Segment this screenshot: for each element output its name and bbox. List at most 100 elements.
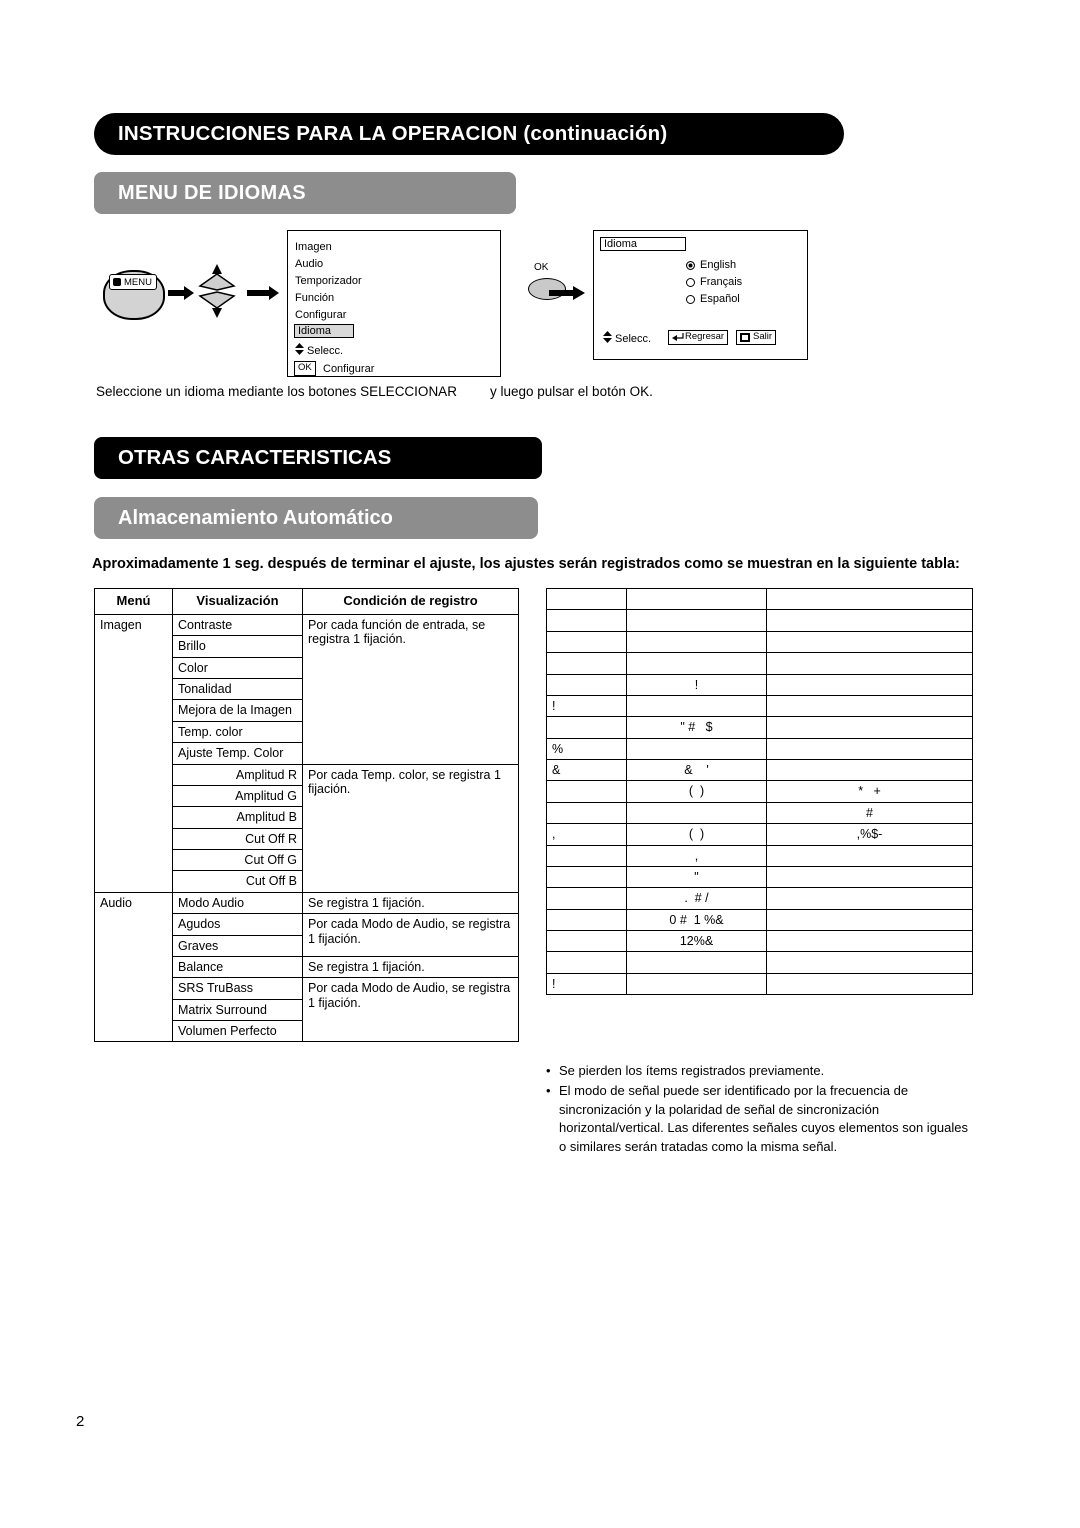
cell-2: [626, 951, 767, 974]
cell-condition: Por cada función de entrada, se registra…: [302, 613, 519, 765]
table-row: Imagen Contraste Por cada función de entra…: [94, 613, 519, 893]
table-row: " # $: [546, 716, 973, 739]
cell-2: [626, 972, 767, 996]
cell-1: &: [546, 758, 627, 782]
section-title-other-features: OTRAS CARACTERISTICAS: [118, 446, 392, 469]
table-row: !: [546, 694, 973, 718]
table-row: [546, 630, 973, 654]
select-updown-icon: [198, 264, 236, 318]
osd2-footer-select: Selecc.: [615, 333, 652, 345]
cell-3: [766, 887, 973, 910]
cell-display: Amplitud B: [172, 806, 303, 829]
cell-3: [766, 972, 973, 996]
bullet-icon-0: •: [546, 1063, 551, 1078]
cell-1: [546, 587, 627, 611]
auto-storage-intro: Aproximadamente 1 seg. después de termin…: [92, 556, 960, 572]
cell-1: [546, 652, 627, 675]
cell-display: Modo Audio: [172, 891, 303, 915]
table-header-row: Menú Visualización Condición de registro: [94, 588, 519, 615]
osd2-option-0: English: [686, 260, 736, 271]
osd2-option-0-label: English: [700, 259, 737, 271]
cell-menu: Audio: [94, 891, 173, 1043]
osd1-item-4: Configurar: [295, 309, 347, 321]
table-row: ,( ) ,%$-: [546, 823, 973, 846]
cell-1: [546, 716, 627, 739]
osd2-option-2: Español: [686, 294, 740, 305]
radio-unselected-icon-2: [686, 294, 695, 304]
cell-condition: Por cada Modo de Audio, se registra 1 fi…: [302, 913, 519, 957]
cell-display: Temp. color: [172, 720, 303, 744]
table-row: [546, 587, 973, 611]
arrow-right-icon-3: [549, 286, 585, 300]
auto-storage-table: Menú Visualización Condición de registro…: [94, 588, 519, 1043]
cell-1: [546, 929, 627, 953]
exit-menu-icon: [740, 333, 750, 342]
diagram-caption-left: Seleccione un idioma mediante los botone…: [96, 384, 457, 399]
col-header-condition: Condición de registro: [302, 588, 519, 615]
cell-display: Balance: [172, 955, 303, 979]
cell-3: [766, 951, 973, 974]
language-menu-diagram: MENU Imagen Audio Temporizador Función C…: [0, 0, 1080, 420]
section-title-auto-storage: Almacenamiento Automático: [118, 506, 393, 529]
menu-square-icon: [113, 278, 121, 286]
cell-condition: Por cada Temp. color, se registra 1 fija…: [302, 763, 519, 893]
cell-2: 0 # 1 %&: [626, 908, 767, 932]
osd2-option-1-label: Français: [700, 276, 743, 288]
table-row: [546, 609, 973, 632]
cell-condition: Por cada Modo de Audio, se registra 1 fi…: [302, 977, 519, 1043]
osd2-option-1: Français: [686, 277, 742, 288]
cell-1: [546, 780, 627, 803]
arrow-right-icon-2: [247, 286, 279, 300]
col-header-display: Visualización: [172, 588, 303, 615]
cell-display: Cut Off G: [172, 849, 303, 872]
table-row: . # /: [546, 887, 973, 910]
cell-1: ,: [546, 823, 627, 846]
cell-display: Cut Off R: [172, 827, 303, 851]
cell-3: [766, 844, 973, 867]
cell-3: [766, 652, 973, 675]
updown-arrow-icon-2: [603, 331, 612, 343]
table-row: #: [546, 801, 973, 825]
cell-display: Tonalidad: [172, 678, 303, 701]
table-row: 12%&: [546, 929, 973, 953]
osd-main-menu: Imagen Audio Temporizador Función Config…: [287, 230, 501, 377]
cell-display: SRS TruBass: [172, 977, 303, 1000]
note-item-1: • El modo de señal puede ser identificad…: [546, 1082, 976, 1156]
osd-language-select: Idioma English Français Español Selecc. …: [593, 230, 808, 360]
osd1-item-3: Función: [295, 292, 335, 304]
table-row: ": [546, 865, 973, 889]
table-row: & & ': [546, 758, 973, 782]
cell-3: [766, 587, 973, 611]
osd1-item-0: Imagen: [295, 241, 332, 253]
osd1-item-1: Audio: [295, 258, 324, 270]
section-banner-auto-storage: Almacenamiento Automático: [94, 497, 538, 539]
cell-1: [546, 609, 627, 632]
table-row: %: [546, 737, 973, 761]
cell-2: !: [626, 673, 767, 696]
updown-arrow-icon: [295, 343, 304, 355]
cell-1: [546, 673, 627, 696]
cell-display: Amplitud R: [172, 763, 303, 786]
cell-display: Graves: [172, 934, 303, 957]
notes-list: • Se pierden los ítems registrados previ…: [546, 1062, 976, 1158]
table-row: [546, 652, 973, 675]
cell-display: Mejora de la Imagen: [172, 699, 303, 722]
cell-2: [626, 737, 767, 761]
cell-1: [546, 887, 627, 910]
cell-display: Agudos: [172, 913, 303, 936]
note-item-0: • Se pierden los ítems registrados previ…: [546, 1062, 976, 1080]
cell-2: & ': [626, 758, 767, 782]
osd1-highlight-idioma: Idioma: [294, 324, 354, 338]
bullet-icon-1: •: [546, 1083, 551, 1099]
cell-3: [766, 694, 973, 718]
cell-1: !: [546, 972, 627, 996]
radio-unselected-icon-1: [686, 277, 695, 287]
table-row: !: [546, 972, 973, 996]
col-header-menu: Menú: [94, 588, 173, 615]
arrow-right-icon-1: [168, 286, 194, 300]
cell-1: [546, 865, 627, 889]
cell-condition: Se registra 1 fijación.: [302, 955, 519, 979]
osd2-option-2-label: Español: [700, 293, 740, 305]
cell-3: ,%$-: [766, 823, 973, 846]
cell-3: [766, 737, 973, 761]
